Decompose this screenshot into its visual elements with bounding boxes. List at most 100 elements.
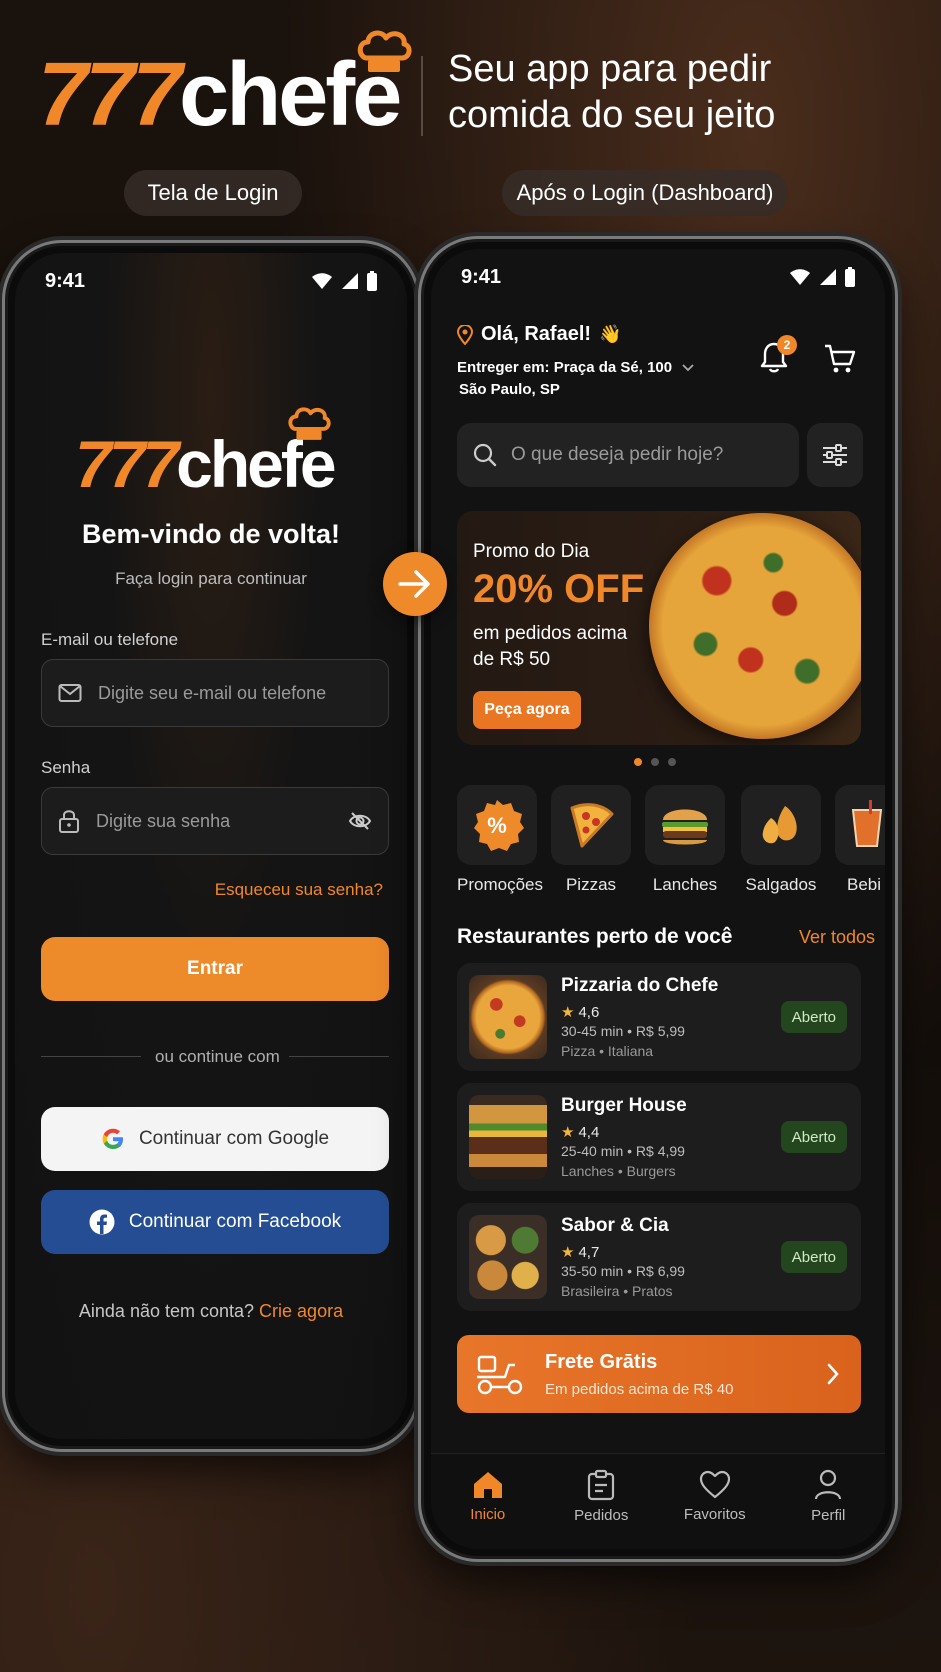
lock-icon <box>59 810 79 833</box>
category-salgados[interactable]: Salgados <box>741 785 821 895</box>
status-bar: 9:41 <box>15 253 407 309</box>
rating-value: 4,7 <box>578 1244 600 1261</box>
category-label: Salgados <box>745 875 817 894</box>
status-badge: Aberto <box>780 1121 847 1153</box>
svg-text:%: % <box>487 813 507 838</box>
status-time: 9:41 <box>45 269 86 292</box>
nav-label: Pedidos <box>574 1507 629 1524</box>
status-bar: 9:41 <box>431 249 885 305</box>
restaurant-rating: ★ 4,4 <box>561 1123 599 1141</box>
nav-item-inicio[interactable]: Inicio <box>438 1470 538 1523</box>
status-badge: Aberto <box>780 1241 847 1273</box>
dashboard-screen-label: Após o Login (Dashboard) <box>502 170 788 216</box>
carousel-dot-2[interactable] <box>651 758 659 766</box>
search-input[interactable] <box>511 444 783 466</box>
restaurant-tags: Lanches • Burgers <box>561 1163 676 1179</box>
notification-badge: 2 <box>777 335 797 355</box>
nav-item-pedidos[interactable]: Pedidos <box>551 1469 651 1524</box>
sliders-icon <box>823 444 847 466</box>
restaurant-card[interactable]: Sabor & Cia ★ 4,7 35-50 min • R$ 6,99 Bra… <box>457 1203 861 1311</box>
chef-hat-icon <box>288 407 331 440</box>
or-continue-text: ou continue com <box>155 1047 280 1066</box>
star-icon: ★ <box>561 1124 575 1141</box>
create-account-link[interactable]: Crie agora <box>259 1301 343 1321</box>
chevron-right-icon <box>827 1363 839 1385</box>
drink-icon <box>851 800 883 847</box>
free-delivery-title: Frete Grātis <box>545 1351 658 1373</box>
login-button[interactable]: Entrar <box>41 937 389 1001</box>
eye-off-icon[interactable] <box>348 811 372 831</box>
free-delivery-subtitle: Em pedidos acima de R$ 40 <box>545 1381 734 1398</box>
greeting-row: Olá, Rafael! 👋 <box>457 323 621 346</box>
promo-line-2: de R$ 50 <box>473 649 551 670</box>
notifications-button[interactable]: 2 <box>759 335 797 377</box>
carousel-dot-3[interactable] <box>668 758 676 766</box>
carousel-dot-1[interactable] <box>634 758 642 766</box>
rating-value: 4,4 <box>578 1124 600 1141</box>
category-tile <box>645 785 725 865</box>
tagline: Seu app para pedir comida do seu jeito <box>448 46 775 138</box>
password-field[interactable] <box>96 810 332 832</box>
login-title: Bem-vindo de volta! <box>81 519 341 549</box>
forgot-password-link[interactable]: Esqueceu sua senha? <box>215 880 383 900</box>
chevron-down-icon <box>682 364 694 372</box>
tagline-line-2: comida do seu jeito <box>448 94 776 136</box>
delivery-scooter-icon <box>477 1355 523 1395</box>
category-pizzas[interactable]: Pizzas <box>551 785 631 895</box>
search-bar <box>457 423 799 487</box>
clipboard-icon <box>588 1469 615 1501</box>
mail-icon <box>58 684 82 702</box>
category-promocoes[interactable]: % Promoções <box>457 785 543 895</box>
promo-banner[interactable]: Promo do Dia 20% OFF em pedidos acima de… <box>457 511 861 745</box>
header-divider <box>421 56 423 136</box>
promo-line-1: em pedidos acima <box>473 623 628 644</box>
star-icon: ★ <box>561 1244 575 1261</box>
free-delivery-banner[interactable]: Frete Grātis Em pedidos acima de R$ 40 <box>457 1335 861 1413</box>
tagline-line-1: Seu app para pedir <box>448 48 772 90</box>
wave-emoji: 👋 <box>599 324 622 344</box>
percent-badge-icon: % <box>474 800 524 851</box>
login-screen-label: Tela de Login <box>124 170 302 216</box>
category-label: Bebi <box>847 875 882 894</box>
category-tile <box>835 785 885 865</box>
category-bebidas[interactable]: Bebi <box>835 785 885 895</box>
delivery-city: São Paulo, SP <box>459 381 560 398</box>
email-field[interactable] <box>98 682 372 704</box>
section-title: Restaurantes perto de você <box>457 925 733 948</box>
restaurant-name: Sabor & Cia <box>561 1215 669 1236</box>
restaurant-image <box>469 975 547 1059</box>
see-all-link[interactable]: Ver todos <box>799 927 875 948</box>
divider-right <box>289 1056 389 1057</box>
restaurant-card[interactable]: Burger House ★ 4,4 25-40 min • R$ 4,99 La… <box>457 1083 861 1191</box>
restaurant-name: Burger House <box>561 1095 687 1116</box>
restaurant-image <box>469 1095 547 1179</box>
promo-cta-button[interactable]: Peça agora <box>473 691 581 729</box>
promo-headline: 20% OFF <box>473 567 645 611</box>
delivery-address-line: Entreger em: Praça da Sé, 100 <box>457 359 673 376</box>
cart-icon[interactable] <box>823 343 857 375</box>
filter-button[interactable] <box>807 423 863 487</box>
restaurant-card[interactable]: Pizzaria do Chefe ★ 4,6 30-45 min • R$ 5,… <box>457 963 861 1071</box>
delivery-address[interactable]: Entreger em: Praça da Sé, 100 São Paulo,… <box>457 357 694 401</box>
restaurant-rating: ★ 4,6 <box>561 1003 599 1021</box>
bottom-nav: Inicio Pedidos Favoritos Perfil <box>431 1453 885 1549</box>
heart-icon <box>699 1470 730 1499</box>
category-lanches[interactable]: Lanches <box>645 785 725 895</box>
google-button-label: Continuar com Google <box>138 1128 330 1149</box>
facebook-button-label: Continuar com Facebook <box>128 1211 342 1232</box>
restaurant-tags: Pizza • Italiana <box>561 1043 654 1059</box>
signal-icon <box>342 273 358 289</box>
nav-item-perfil[interactable]: Perfil <box>778 1469 878 1524</box>
nav-item-favoritos[interactable]: Favoritos <box>665 1470 765 1523</box>
restaurant-tags: Brasileira • Pratos <box>561 1283 673 1299</box>
google-login-button[interactable]: Continuar com Google <box>41 1107 389 1171</box>
restaurant-image <box>469 1215 547 1299</box>
restaurant-meta: 35-50 min • R$ 6,99 <box>561 1263 685 1279</box>
no-account-text: Ainda não tem conta? <box>78 1301 255 1321</box>
facebook-login-button[interactable]: Continuar com Facebook <box>41 1190 389 1254</box>
category-label: Pizzas <box>565 875 617 894</box>
home-icon <box>473 1472 502 1498</box>
pizza-image <box>649 513 861 739</box>
nav-label: Inicio <box>470 1506 506 1523</box>
category-tile <box>741 785 821 865</box>
